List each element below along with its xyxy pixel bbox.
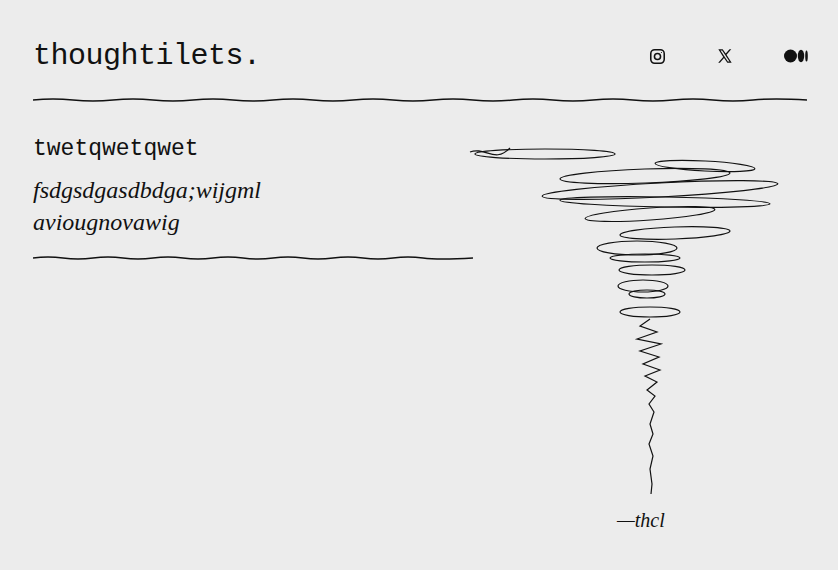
medium-icon[interactable] — [784, 47, 808, 65]
signature: —thcl — [617, 507, 785, 533]
post: twetqwetqwet fsdgsdgasdbdga;wijgml aviou… — [33, 104, 473, 570]
social-links — [648, 47, 808, 65]
page: thoughtilets. twetqwetqwet fsdgsdgasdbdg… — [0, 0, 838, 570]
post-divider — [33, 254, 473, 262]
post-body: fsdgsdgasdbdga;wijgml aviougnovawig — [33, 174, 323, 238]
instagram-icon[interactable] — [648, 47, 666, 65]
header-divider — [0, 96, 838, 104]
site-logo[interactable]: thoughtilets. — [33, 36, 261, 76]
post-title[interactable]: twetqwetqwet — [33, 134, 473, 164]
x-icon[interactable] — [716, 47, 734, 65]
header: thoughtilets. — [0, 0, 838, 76]
content: twetqwetqwet fsdgsdgasdbdga;wijgml aviou… — [0, 104, 838, 570]
scribble-drawing — [465, 144, 785, 499]
illustration: —thcl — [465, 104, 785, 570]
